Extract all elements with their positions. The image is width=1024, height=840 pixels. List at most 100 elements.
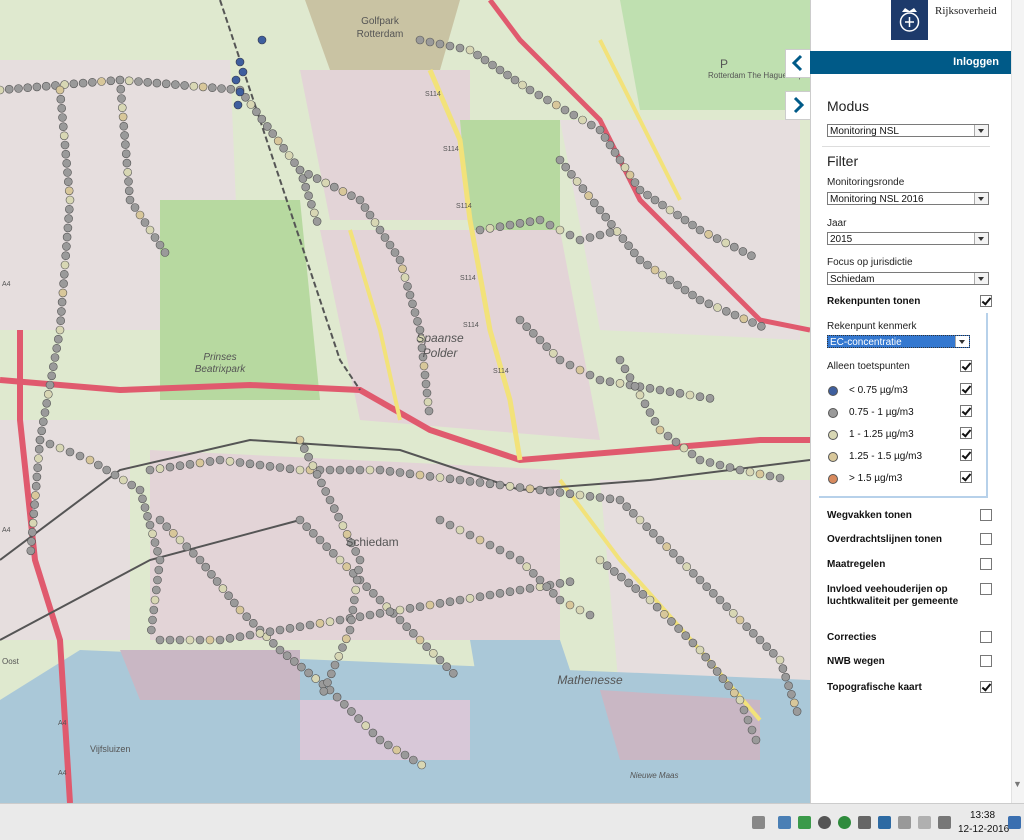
calculation-point[interactable]: [624, 241, 633, 250]
calculation-point[interactable]: [301, 182, 311, 192]
calculation-point[interactable]: [185, 635, 195, 645]
calculation-point[interactable]: [548, 348, 558, 358]
calculation-point[interactable]: [322, 542, 332, 552]
calculation-point[interactable]: [595, 125, 605, 135]
calculation-point[interactable]: [419, 361, 429, 371]
calculation-point[interactable]: [602, 561, 612, 571]
calculation-point[interactable]: [145, 465, 155, 475]
calculation-point[interactable]: [755, 469, 765, 479]
calculation-point[interactable]: [65, 195, 75, 205]
calculation-point[interactable]: [338, 643, 347, 652]
calculation-point[interactable]: [65, 205, 74, 214]
calculation-point[interactable]: [428, 648, 438, 658]
calculation-point[interactable]: [465, 45, 475, 55]
calculation-point[interactable]: [226, 84, 236, 94]
calculation-point[interactable]: [85, 455, 95, 465]
layer-checkbox-correcties[interactable]: [980, 631, 992, 643]
calculation-point[interactable]: [572, 177, 582, 186]
calculation-point[interactable]: [575, 365, 585, 375]
monitor-icon[interactable]: [778, 816, 791, 829]
calculation-point[interactable]: [638, 589, 648, 599]
calculation-point[interactable]: [421, 379, 431, 389]
calculation-point[interactable]: [662, 542, 672, 552]
legend-checkbox-4[interactable]: [960, 449, 972, 461]
calculation-point[interactable]: [688, 220, 697, 230]
legend-checkbox-5[interactable]: [960, 471, 972, 483]
calculation-point[interactable]: [295, 165, 305, 175]
layer-checkbox-veehouderijen[interactable]: [980, 583, 992, 595]
calculation-point[interactable]: [58, 113, 67, 122]
calculation-point[interactable]: [62, 159, 71, 168]
calculation-point[interactable]: [311, 674, 321, 683]
calculation-point[interactable]: [55, 325, 65, 335]
calculation-point[interactable]: [724, 681, 733, 691]
calculation-point[interactable]: [102, 465, 111, 475]
calculation-point[interactable]: [57, 104, 67, 113]
calculation-point[interactable]: [349, 595, 359, 605]
calculation-point[interactable]: [116, 84, 126, 94]
calculation-point[interactable]: [257, 35, 267, 45]
calculation-point[interactable]: [58, 122, 68, 131]
calculation-point[interactable]: [417, 760, 427, 770]
calculation-point[interactable]: [551, 100, 561, 110]
calculation-point[interactable]: [682, 562, 692, 572]
calculation-point[interactable]: [405, 290, 415, 300]
calculation-point[interactable]: [725, 463, 735, 472]
calculation-point[interactable]: [745, 467, 755, 477]
calculation-point[interactable]: [40, 408, 50, 417]
calculation-point[interactable]: [455, 595, 465, 605]
calculation-point[interactable]: [60, 140, 70, 150]
calculation-point[interactable]: [748, 318, 757, 327]
calculation-point[interactable]: [119, 475, 128, 485]
calculation-point[interactable]: [705, 458, 715, 467]
calculation-point[interactable]: [354, 714, 363, 723]
calculation-point[interactable]: [442, 662, 452, 672]
calculation-point[interactable]: [233, 100, 243, 110]
volume-icon[interactable]: [938, 816, 951, 829]
calculation-point[interactable]: [515, 483, 525, 492]
calculation-point[interactable]: [722, 602, 732, 612]
calculation-point[interactable]: [488, 60, 497, 70]
calculation-point[interactable]: [485, 540, 495, 550]
calculation-point[interactable]: [218, 584, 228, 593]
calculation-point[interactable]: [534, 90, 544, 100]
calculation-point[interactable]: [345, 465, 355, 475]
calculation-point[interactable]: [618, 234, 628, 243]
calculation-point[interactable]: [615, 495, 625, 505]
calculation-point[interactable]: [255, 628, 265, 638]
calculation-point[interactable]: [624, 578, 633, 588]
calculation-point[interactable]: [34, 444, 44, 454]
calculation-point[interactable]: [701, 652, 711, 662]
calculation-point[interactable]: [415, 635, 425, 645]
calculation-point[interactable]: [308, 528, 318, 538]
calculation-point[interactable]: [201, 562, 210, 572]
calculation-point[interactable]: [635, 255, 645, 265]
calculation-point[interactable]: [119, 121, 129, 131]
calculation-point[interactable]: [143, 511, 152, 521]
calculation-point[interactable]: [355, 612, 365, 622]
calculation-point[interactable]: [365, 210, 375, 220]
calculation-point[interactable]: [182, 542, 191, 552]
calculation-point[interactable]: [347, 191, 356, 200]
calculation-point[interactable]: [595, 230, 605, 240]
calculation-point[interactable]: [217, 84, 226, 93]
calculation-point[interactable]: [704, 230, 713, 239]
calculation-point[interactable]: [143, 78, 152, 87]
shield-icon[interactable]: [798, 816, 811, 829]
calculation-point[interactable]: [518, 80, 527, 90]
calculation-point[interactable]: [242, 612, 251, 622]
calculation-point[interactable]: [392, 745, 402, 755]
calculation-point[interactable]: [650, 195, 660, 205]
calculation-point[interactable]: [535, 335, 545, 345]
calculation-point[interactable]: [59, 279, 68, 288]
calculation-point[interactable]: [475, 592, 485, 602]
calculation-point[interactable]: [61, 149, 71, 159]
calculation-point[interactable]: [321, 487, 331, 496]
calculation-point[interactable]: [610, 148, 620, 157]
calculation-point[interactable]: [528, 328, 538, 338]
calculation-point[interactable]: [643, 190, 652, 200]
calculation-point[interactable]: [535, 215, 545, 225]
calculation-point[interactable]: [161, 79, 171, 89]
calculation-point[interactable]: [27, 527, 37, 537]
calculation-point[interactable]: [495, 588, 505, 598]
